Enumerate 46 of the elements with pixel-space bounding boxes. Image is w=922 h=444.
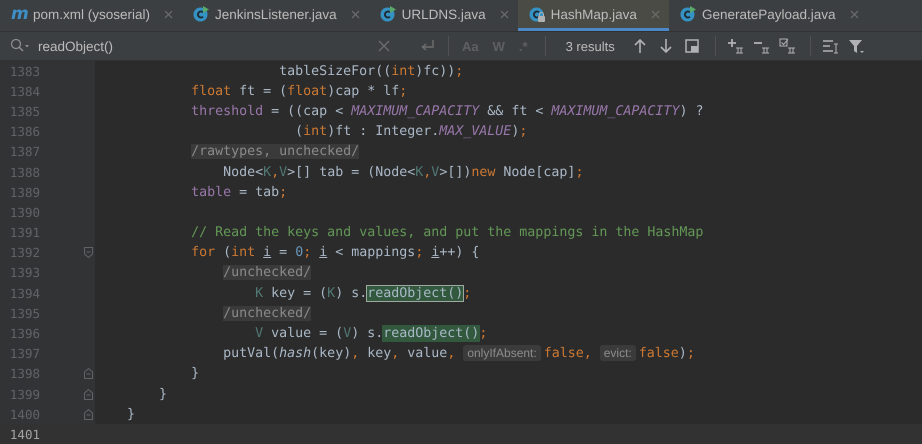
file-tab[interactable]: m pom.xml (ysoserial) bbox=[0, 0, 182, 31]
line-number: 1401 bbox=[8, 426, 40, 442]
fold-marker-icon[interactable] bbox=[84, 247, 93, 258]
code-line: putVal(hash(key), key, value, onlyIfAbsent: false, evict: false); bbox=[223, 344, 695, 364]
code-line: (int)ft : Integer.MAX_VALUE); bbox=[295, 123, 528, 142]
class-icon bbox=[680, 6, 696, 22]
add-occurrence-icon bbox=[726, 38, 743, 54]
maven-icon: m bbox=[11, 6, 27, 22]
search-icon[interactable] bbox=[10, 38, 30, 54]
file-tab[interactable]: JenkinsListener.java bbox=[182, 0, 369, 31]
code-line: V value = (V) s.readObject(); bbox=[255, 325, 488, 344]
close-icon[interactable] bbox=[850, 10, 859, 18]
close-icon[interactable] bbox=[350, 10, 360, 18]
filter-lines-icon bbox=[822, 38, 838, 54]
class-icon bbox=[380, 6, 396, 22]
window-icon bbox=[684, 38, 700, 54]
fold-marker-icon[interactable] bbox=[84, 408, 93, 420]
clear-icon[interactable] bbox=[378, 40, 390, 52]
class-icon bbox=[528, 6, 545, 22]
code-line: } bbox=[127, 406, 136, 424]
down-arrow-icon bbox=[658, 38, 674, 54]
code-line: float ft = (float)cap * lf; bbox=[191, 82, 408, 101]
code-line: // Read the keys and values, and put the mappings in the HashMap bbox=[191, 224, 704, 242]
close-icon[interactable] bbox=[164, 10, 174, 18]
code-line: } bbox=[191, 365, 200, 384]
fold-marker-icon[interactable] bbox=[84, 368, 93, 380]
select-all-icon bbox=[778, 38, 795, 54]
code-line: for (int i = 0; i < mappings; i++) { bbox=[191, 244, 480, 262]
code-line: tableSizeFor((int)fc)); bbox=[279, 62, 464, 81]
fold-marker-icon[interactable] bbox=[84, 388, 93, 400]
code-line: K key = (K) s.readObject(); bbox=[255, 284, 472, 303]
code-line: } bbox=[159, 386, 168, 404]
newline-icon[interactable] bbox=[420, 39, 436, 53]
search-field[interactable]: readObject() bbox=[38, 38, 378, 54]
code-line: table = tab; bbox=[191, 184, 288, 202]
filter-icon bbox=[848, 38, 864, 54]
result-count: 3 results bbox=[566, 38, 615, 54]
up-arrow-icon bbox=[632, 38, 648, 54]
file-tab[interactable]: GeneratePayload.java bbox=[668, 0, 868, 31]
code-line: Node<K,V>[] tab = (Node<K,V>[])new Node[cap]; bbox=[223, 164, 584, 182]
close-icon[interactable] bbox=[500, 10, 509, 18]
file-tab[interactable]: URLDNS.java bbox=[368, 0, 518, 31]
file-tab[interactable]: HashMap.java bbox=[518, 0, 669, 31]
close-icon[interactable] bbox=[650, 10, 660, 18]
code-line: threshold = ((cap < MAXIMUM_CAPACITY && ft < MAXIMUM_CAPACITY) ? bbox=[191, 102, 704, 121]
class-icon bbox=[193, 6, 210, 22]
